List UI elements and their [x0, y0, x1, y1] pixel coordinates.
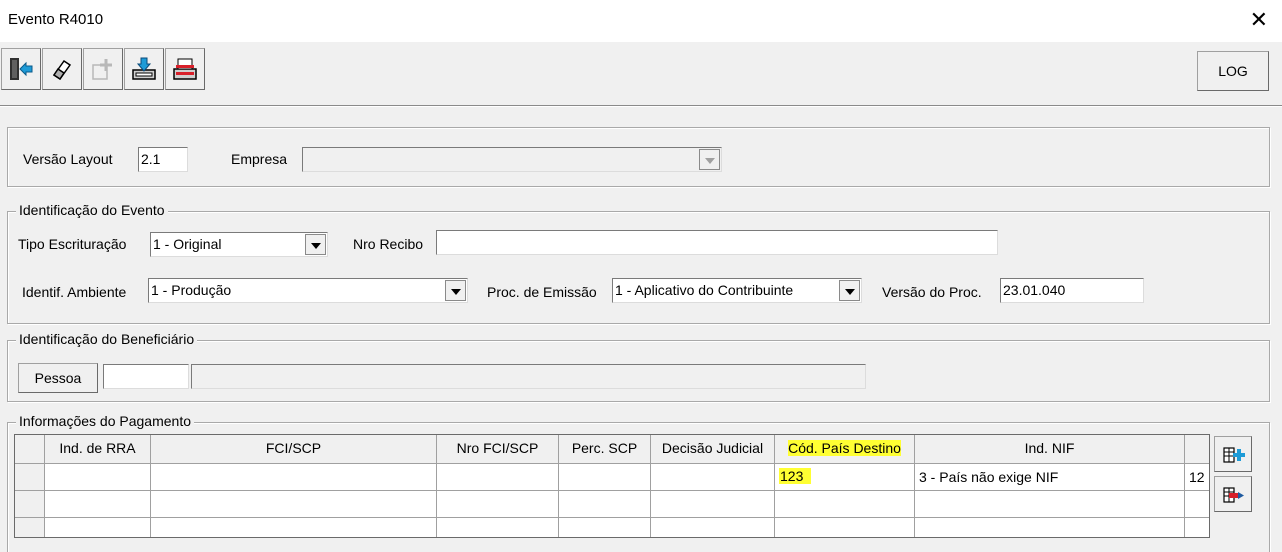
toolbar	[0, 44, 1282, 104]
table-cell[interactable]	[151, 491, 437, 518]
tipo-escrituracao-select[interactable]: 1 - Original	[150, 232, 328, 257]
table-cell[interactable]	[775, 491, 915, 518]
table-cell[interactable]: 12	[1185, 464, 1209, 491]
table-cell[interactable]	[559, 518, 651, 537]
table-cell[interactable]	[1185, 518, 1209, 537]
tipo-escrituracao-value: 1 - Original	[153, 236, 222, 252]
grid-corner	[15, 435, 45, 464]
cod-pais-value: 123	[779, 468, 812, 484]
remove-row-icon	[1223, 487, 1244, 503]
close-icon[interactable]: ✕	[1250, 6, 1268, 34]
empresa-label: Empresa	[231, 151, 288, 167]
window-title: Evento R4010	[8, 11, 104, 28]
empresa-select	[302, 147, 722, 172]
table-cell[interactable]	[559, 491, 651, 518]
col-header-cod-pais-destino[interactable]: Cód. País Destino	[775, 435, 915, 464]
save-button[interactable]	[124, 48, 164, 90]
col-header-ind-rra[interactable]: Ind. de RRA	[45, 435, 151, 464]
save-download-icon	[132, 57, 156, 80]
pessoa-name-field	[191, 364, 866, 389]
identif-ambiente-value: 1 - Produção	[151, 282, 232, 298]
add-row-button[interactable]	[1214, 436, 1252, 472]
versao-proc-input[interactable]: 23.01.040	[1000, 278, 1144, 303]
table-cell[interactable]	[45, 491, 151, 518]
evento-legend: Identificação do Evento	[16, 202, 168, 218]
evento-group: Identificação do Evento Tipo Escrituraçã…	[7, 202, 1270, 324]
log-button[interactable]: LOG	[1197, 51, 1269, 91]
col-header-ind-nif[interactable]: Ind. NIF	[915, 435, 1185, 464]
chevron-down-icon[interactable]	[445, 280, 466, 301]
table-cell[interactable]	[437, 518, 559, 537]
tipo-escrituracao-label: Tipo Escrituração	[18, 236, 127, 252]
folder-open-icon	[173, 58, 197, 80]
pagamento-legend: Informações do Pagamento	[16, 413, 194, 429]
versao-layout-label: Versão Layout	[23, 151, 113, 167]
table-cell[interactable]	[651, 518, 775, 537]
identif-ambiente-label: Identif. Ambiente	[22, 284, 127, 300]
toolbar-separator	[0, 105, 1282, 107]
table-cell[interactable]	[775, 518, 915, 537]
table-cell[interactable]	[915, 491, 1185, 518]
chevron-down-icon[interactable]	[305, 234, 326, 255]
beneficiario-group: Identificação do Beneficiário Pessoa	[7, 331, 1270, 402]
table-cell[interactable]	[45, 518, 151, 537]
header-group: Versão Layout 2.1 Empresa	[7, 127, 1270, 187]
col-header-cod-pais-destino-text: Cód. País Destino	[788, 440, 901, 456]
col-header-nro-fci-scp[interactable]: Nro FCI/SCP	[437, 435, 559, 464]
versao-layout-input[interactable]: 2.1	[138, 147, 188, 172]
eraser-icon	[52, 59, 72, 81]
table-cell[interactable]	[45, 464, 151, 491]
table-cell[interactable]	[651, 464, 775, 491]
eraser-button[interactable]	[42, 48, 82, 90]
open-button[interactable]	[165, 48, 205, 90]
chevron-down-icon	[699, 149, 720, 170]
row-indicator[interactable]	[15, 518, 45, 537]
remove-row-button[interactable]	[1214, 476, 1252, 512]
nro-recibo-input[interactable]	[436, 230, 998, 255]
col-header-fci-scp[interactable]: FCI/SCP	[151, 435, 437, 464]
table-cell[interactable]	[151, 464, 437, 491]
table-cell[interactable]	[651, 491, 775, 518]
table-cell[interactable]: 3 - País não exige NIF	[915, 464, 1185, 491]
title-bar: Evento R4010 ✕	[0, 0, 1282, 42]
proc-emissao-value: 1 - Aplicativo do Contribuinte	[615, 282, 794, 298]
col-header-decisao-judicial[interactable]: Decisão Judicial	[651, 435, 775, 464]
table-cell[interactable]	[437, 464, 559, 491]
table-cell[interactable]	[559, 464, 651, 491]
pessoa-code-input[interactable]	[103, 364, 189, 389]
exit-icon	[10, 58, 33, 80]
beneficiario-legend: Identificação do Beneficiário	[16, 331, 198, 347]
versao-proc-label: Versão do Proc.	[882, 284, 982, 300]
table-cell[interactable]	[1185, 491, 1209, 518]
col-header-extra[interactable]	[1185, 435, 1209, 464]
add-disabled-icon	[92, 59, 112, 80]
add-row-icon	[1223, 447, 1245, 463]
pessoa-button[interactable]: Pessoa	[18, 363, 98, 393]
identif-ambiente-select[interactable]: 1 - Produção	[148, 278, 468, 303]
nro-recibo-label: Nro Recibo	[353, 236, 424, 252]
proc-emissao-select[interactable]: 1 - Aplicativo do Contribuinte	[612, 278, 862, 303]
chevron-down-icon[interactable]	[839, 280, 860, 301]
table-cell[interactable]	[151, 518, 437, 537]
proc-emissao-label: Proc. de Emissão	[487, 284, 597, 300]
row-indicator[interactable]	[15, 491, 45, 518]
row-indicator[interactable]	[15, 464, 45, 491]
exit-button[interactable]	[1, 48, 41, 90]
add-button[interactable]	[83, 48, 123, 90]
table-cell[interactable]	[437, 491, 559, 518]
table-cell[interactable]	[915, 518, 1185, 537]
col-header-perc-scp[interactable]: Perc. SCP	[559, 435, 651, 464]
table-cell-cod-pais[interactable]: 123	[775, 464, 915, 491]
pagamento-grid[interactable]: Ind. de RRA FCI/SCP Nro FCI/SCP Perc. SC…	[14, 434, 1210, 538]
